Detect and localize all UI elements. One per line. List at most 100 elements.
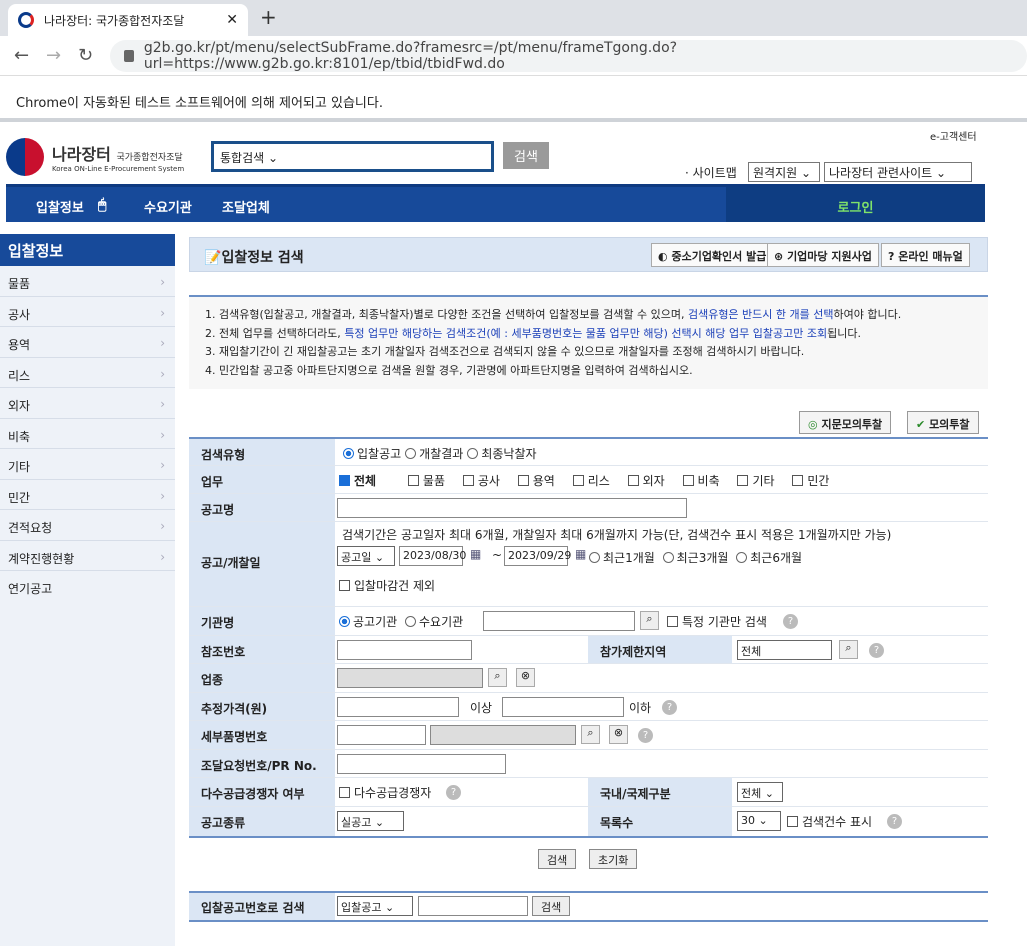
login-button[interactable]: 로그인 <box>726 187 985 222</box>
radio-recent-3m[interactable] <box>662 552 674 563</box>
agency-name-input[interactable] <box>483 611 635 631</box>
help-icon[interactable]: ? <box>638 728 653 743</box>
notice-kind-select[interactable]: 실공고 ⌄ <box>337 810 404 831</box>
check-foreign[interactable] <box>627 475 639 486</box>
notice-name-input[interactable] <box>337 498 687 518</box>
radio-recent-1m[interactable] <box>589 552 600 563</box>
nav-demand-agency[interactable]: 수요기관 <box>144 197 192 216</box>
search-icon[interactable]: ⌕ <box>581 725 600 744</box>
notice-line-2: 2. 전체 업무를 선택하더라도, 특정 업무만 해당하는 검색조건(예 : 세… <box>205 325 988 344</box>
side-item-label: 민간 <box>8 490 31 505</box>
side-item-lease[interactable]: 리스 › <box>0 358 175 388</box>
row-ref-no: 참조번호 참가제한지역 전체 ⌕ ? <box>189 635 988 664</box>
fingerprint-icon: ◎ <box>808 418 818 431</box>
help-icon[interactable]: ? <box>446 785 461 800</box>
bid-no-search: 입찰공고번호로 검색 입찰공고 ⌄ 검색 <box>189 891 988 922</box>
remote-support-select[interactable]: 원격지원 ⌄ <box>748 162 820 182</box>
check-service[interactable] <box>517 475 529 486</box>
help-icon[interactable]: ? <box>869 642 884 658</box>
radio-demand-agency[interactable] <box>405 616 416 627</box>
url-field[interactable]: g2b.go.kr/pt/menu/selectSubFrame.do?fram… <box>110 40 1027 72</box>
radio-opening-result[interactable] <box>405 448 417 459</box>
page-title: 📝입찰정보 검색 <box>204 247 304 267</box>
forward-icon[interactable]: → <box>46 45 61 66</box>
new-tab-icon[interactable]: + <box>260 5 277 29</box>
check-stockpile[interactable] <box>682 475 694 486</box>
site-logo[interactable]: 나라장터 국가종합전자조달 Korea ON-Line E-Procuremen… <box>6 138 184 176</box>
date-to-input[interactable]: 2023/09/29 <box>504 546 571 566</box>
region-select[interactable]: 전체 <box>737 639 832 660</box>
bid-no-input[interactable] <box>418 896 528 916</box>
reset-button[interactable]: 초기화 <box>589 849 638 869</box>
help-icon[interactable]: ? <box>662 699 677 715</box>
list-count-value: 30 <box>741 813 755 827</box>
radio-final-winner[interactable] <box>467 448 479 459</box>
sme-cert-button[interactable]: ◐ 중소기업확인서 발급 <box>651 243 774 267</box>
search-button[interactable]: 검색 <box>538 849 577 869</box>
side-item-postponed[interactable]: 연기공고 <box>0 571 175 602</box>
price-min-input[interactable] <box>337 696 459 717</box>
bid-no-type-select[interactable]: 입찰공고 ⌄ <box>337 896 413 916</box>
help-icon[interactable]: ? <box>783 614 798 629</box>
search-icon[interactable]: ⌕ <box>839 639 858 659</box>
check-all[interactable] <box>339 475 350 486</box>
side-item-private[interactable]: 민간 › <box>0 480 175 510</box>
biz-support-button[interactable]: ⊛ 기업마당 지원사업 <box>767 243 879 267</box>
taegeuk-icon: ◐ <box>658 250 668 263</box>
browser-tab[interactable]: 나라장터: 국가종합전자조달 ✕ <box>8 4 248 36</box>
calendar-icon[interactable]: ▦ <box>470 547 481 561</box>
side-item-goods[interactable]: 물품 › <box>0 266 175 297</box>
bid-no-search-button[interactable]: 검색 <box>532 896 571 916</box>
bid-no-type-value: 입찰공고 <box>341 901 382 914</box>
notice-line-1: 1. 검색유형(입찰공고, 개찰결과, 최종낙찰자)별로 다양한 조건을 선택하… <box>205 306 988 325</box>
online-manual-button[interactable]: ? 온라인 매뉴얼 <box>881 243 970 267</box>
ref-no-input[interactable] <box>337 639 472 660</box>
radio-label: 수요기관 <box>419 615 464 629</box>
related-sites-select[interactable]: 나라장터 관련사이트 ⌄ <box>824 162 972 182</box>
radio-recent-6m[interactable] <box>736 552 748 563</box>
check-private[interactable] <box>792 475 804 486</box>
side-item-service[interactable]: 용역 › <box>0 327 175 358</box>
nav-bid-info[interactable]: 입찰정보 <box>36 197 84 216</box>
side-item-etc[interactable]: 기타 › <box>0 449 175 480</box>
close-tab-icon[interactable]: ✕ <box>226 12 238 28</box>
detail-no-input[interactable] <box>337 725 426 745</box>
customer-center-link[interactable]: e-고객센터 <box>930 128 977 143</box>
radio-notice-agency[interactable] <box>339 616 350 627</box>
side-item-label: 견적요청 <box>8 521 53 535</box>
nav-supplier[interactable]: 조달업체 <box>222 197 270 216</box>
pr-no-input[interactable] <box>337 753 506 774</box>
check-show-count[interactable] <box>787 815 798 827</box>
side-item-quote[interactable]: 견적요청 › <box>0 510 175 541</box>
side-item-foreign[interactable]: 외자 › <box>0 388 175 419</box>
mock-bid-button[interactable]: ✔ 모의투찰 <box>907 411 979 434</box>
check-exclude-closed[interactable] <box>339 580 350 591</box>
notice-highlight: 특정 업무만 해당하는 검색조건(예 : 세부품명번호는 물품 업무만 해당) … <box>344 326 828 340</box>
side-item-contract-status[interactable]: 계약진행현황 › <box>0 541 175 571</box>
intl-select[interactable]: 전체 ⌄ <box>737 782 783 802</box>
side-item-label: 공사 <box>8 307 31 322</box>
clear-icon[interactable]: ⊗ <box>609 725 628 744</box>
date-type-select[interactable]: 공고일 ⌄ <box>337 546 395 566</box>
header-search-button[interactable]: 검색 <box>503 142 549 169</box>
reload-icon[interactable]: ↻ <box>78 45 93 66</box>
date-from-input[interactable]: 2023/08/30 <box>399 546 466 566</box>
side-item-stockpile[interactable]: 비축 › <box>0 419 175 449</box>
side-item-construction[interactable]: 공사 › <box>0 297 175 327</box>
check-etc[interactable] <box>737 475 749 486</box>
address-bar-row: ← → ↻ g2b.go.kr/pt/menu/selectSubFrame.d… <box>0 36 1027 76</box>
check-lease[interactable] <box>572 475 584 486</box>
clear-icon[interactable]: ⊗ <box>516 668 535 687</box>
radio-bid-notice[interactable] <box>343 448 354 459</box>
check-goods[interactable] <box>407 475 419 486</box>
check-multi-supply[interactable] <box>339 787 350 798</box>
back-icon[interactable]: ← <box>14 45 29 66</box>
help-icon[interactable]: ? <box>887 813 902 829</box>
unified-search-select[interactable]: 통합검색 ⌄ <box>211 141 494 172</box>
fingerprint-mock-bid-button[interactable]: ◎ 지문모의투찰 <box>799 411 892 434</box>
price-max-input[interactable] <box>502 696 624 717</box>
check-construction[interactable] <box>462 475 474 486</box>
sitemap-link[interactable]: · 사이트맵 <box>685 164 737 181</box>
search-icon[interactable]: ⌕ <box>488 668 507 687</box>
check-specific-agency[interactable] <box>667 616 678 627</box>
